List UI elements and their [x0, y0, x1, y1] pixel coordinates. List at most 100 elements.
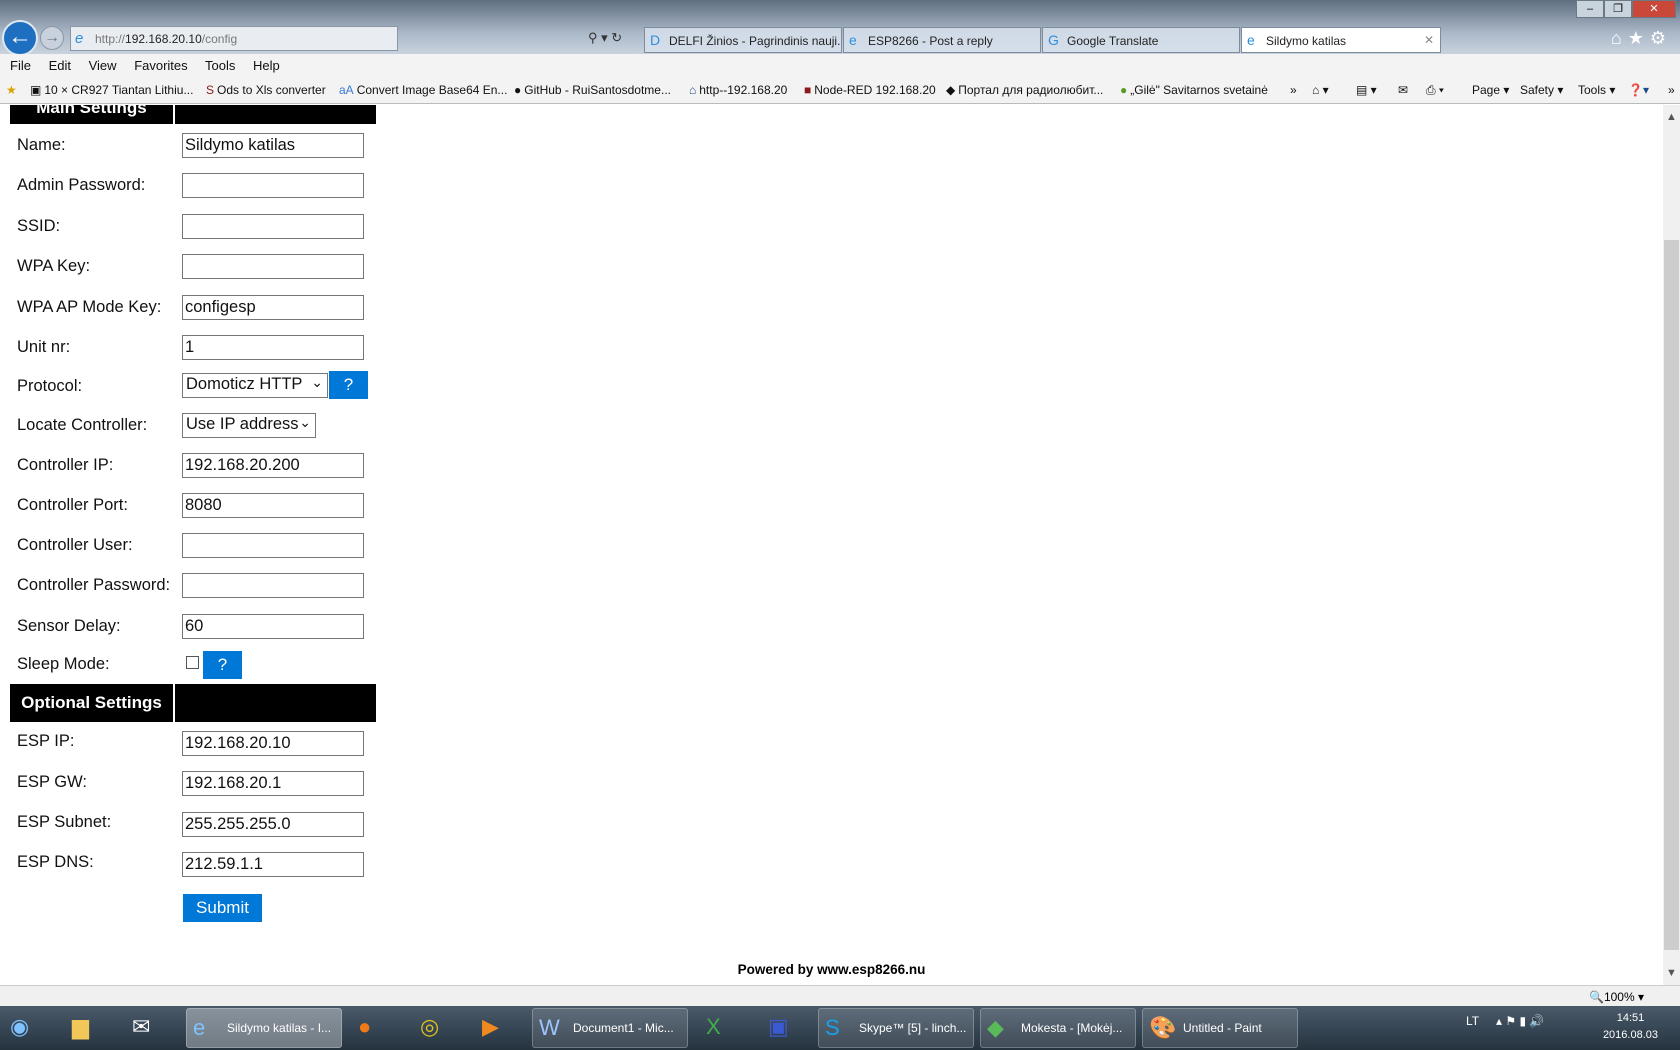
- home-favorites-settings-icons[interactable]: ⌂★⚙: [1611, 28, 1672, 49]
- more-favorites-icon[interactable]: »: [1290, 83, 1297, 97]
- menu-view[interactable]: View: [89, 58, 117, 73]
- controller-ip-input[interactable]: 192.168.20.200: [182, 453, 364, 478]
- restore-button[interactable]: ❐: [1604, 0, 1632, 18]
- favorite-link[interactable]: ● „Gilė" Savitarnos svetainė: [1120, 83, 1268, 97]
- esp-gw-label: ESP GW:: [17, 773, 87, 791]
- favorite-link[interactable]: aA Convert Image Base64 En...: [339, 83, 507, 97]
- tab-esp8266[interactable]: e ESP8266 - Post a reply: [843, 27, 1041, 53]
- taskbar-firefox[interactable]: ●: [352, 1008, 398, 1048]
- floppy-icon: ▣: [768, 1014, 789, 1039]
- mail-icon[interactable]: ✉: [1398, 83, 1408, 97]
- home-dropdown-icon[interactable]: ⌂ ▾: [1312, 83, 1329, 97]
- tray-icons[interactable]: ▴ ⚑ ▮ 🔊: [1496, 1014, 1544, 1028]
- media-player-icon: ▶: [482, 1014, 499, 1039]
- controller-port-input[interactable]: 8080: [182, 493, 364, 518]
- help-icon[interactable]: ❓▾: [1628, 83, 1649, 97]
- scroll-down-icon[interactable]: ▼: [1666, 967, 1677, 979]
- start-button[interactable]: ◉: [4, 1008, 50, 1048]
- favorite-link[interactable]: ■ Node-RED 192.168.20: [804, 83, 936, 97]
- page-menu[interactable]: Page ▾: [1472, 83, 1509, 97]
- ssid-input[interactable]: [182, 214, 364, 239]
- menu-tools[interactable]: Tools: [205, 58, 235, 73]
- menu-file[interactable]: File: [10, 58, 31, 73]
- safety-menu[interactable]: Safety ▾: [1520, 83, 1563, 97]
- taskbar-label: Untitled - Paint: [1183, 1021, 1262, 1035]
- favorite-link[interactable]: S Ods to Xls converter: [206, 83, 326, 97]
- taskbar-media-player[interactable]: ▶: [476, 1008, 522, 1048]
- favorite-link[interactable]: ◆ Портал для радиолюбит...: [946, 83, 1103, 97]
- menu-help[interactable]: Help: [253, 58, 280, 73]
- zoom-value: 100%: [1603, 990, 1635, 1004]
- taskbar-label: Document1 - Mic...: [573, 1021, 674, 1035]
- address-bar[interactable]: e http://192.168.20.10/config: [70, 26, 398, 51]
- s-icon: S: [206, 83, 215, 97]
- sensor-delay-input[interactable]: 60: [182, 614, 364, 639]
- taskbar-item-skype[interactable]: S Skype™ [5] - linch...: [818, 1008, 974, 1048]
- tab-google-translate[interactable]: G Google Translate: [1042, 27, 1240, 53]
- zoom-icon: 🔍: [1588, 990, 1604, 1004]
- sleep-mode-checkbox[interactable]: [186, 656, 199, 669]
- forward-button[interactable]: →: [40, 26, 64, 50]
- wpa-key-input[interactable]: [182, 254, 364, 279]
- language-indicator[interactable]: LT: [1466, 1014, 1479, 1028]
- optional-settings-header: Optional Settings: [10, 684, 173, 722]
- clock[interactable]: 14:51 2016.08.03: [1603, 1010, 1658, 1044]
- unit-nr-input[interactable]: 1: [182, 335, 364, 360]
- esp-ip-input[interactable]: 192.168.20.10: [182, 731, 364, 756]
- taskbar-item-word[interactable]: W Document1 - Mic...: [532, 1008, 688, 1048]
- print-icon[interactable]: ⎙ ▾: [1426, 83, 1444, 98]
- chip-icon: ◆: [946, 83, 956, 97]
- wpa-ap-mode-key-input[interactable]: configesp: [182, 295, 364, 320]
- admin-password-input[interactable]: [182, 173, 364, 198]
- taskbar-chrome[interactable]: ◎: [414, 1008, 460, 1048]
- favorite-link[interactable]: ⌂ http--192.168.20: [689, 83, 787, 97]
- controller-password-input[interactable]: [182, 573, 364, 598]
- protocol-help-button[interactable]: ?: [329, 371, 368, 399]
- taskbar-item-ie[interactable]: e Sildymo katilas - I...: [186, 1008, 342, 1048]
- more-commands-icon[interactable]: »: [1668, 83, 1675, 97]
- browser-chrome: ← → e http://192.168.20.10/config ⚲ ▾ ↻ …: [0, 0, 1680, 56]
- name-input[interactable]: Sildymo katilas: [182, 133, 364, 158]
- zoom-level[interactable]: 🔍100% ▾: [1589, 990, 1644, 1004]
- scroll-up-icon[interactable]: ▲: [1666, 111, 1677, 123]
- taskbar-item-paint[interactable]: 🎨 Untitled - Paint: [1142, 1008, 1298, 1048]
- search-refresh-icons[interactable]: ⚲ ▾ ↻: [588, 30, 622, 46]
- close-tab-icon[interactable]: ✕: [1424, 33, 1434, 47]
- taskbar-explorer[interactable]: ▆: [66, 1008, 112, 1048]
- minimize-button[interactable]: –: [1576, 0, 1604, 18]
- back-button[interactable]: ←: [2, 20, 38, 56]
- close-button[interactable]: ✕: [1632, 0, 1676, 18]
- submit-button[interactable]: Submit: [183, 894, 262, 922]
- sleep-mode-help-button[interactable]: ?: [203, 651, 242, 679]
- favorite-link[interactable]: ● GitHub - RuiSantosdotme...: [514, 83, 671, 97]
- favorites-star-icon[interactable]: ★: [6, 83, 17, 97]
- controller-user-input[interactable]: [182, 533, 364, 558]
- tools-menu[interactable]: Tools ▾: [1578, 83, 1615, 97]
- tab-delfi[interactable]: D DELFI Žinios - Pagrindinis nauji...: [644, 27, 842, 53]
- esp-subnet-input[interactable]: 255.255.255.0: [182, 812, 364, 837]
- menu-edit[interactable]: Edit: [49, 58, 71, 73]
- address-path: /config: [201, 32, 238, 46]
- esp-dns-input[interactable]: 212.59.1.1: [182, 852, 364, 877]
- favorites-bar: ★ ▣ 10 × CR927 Tiantan Lithiu... S Ods to …: [0, 76, 1680, 104]
- tab-sildymo-katilas[interactable]: e Sildymo katilas ✕: [1241, 27, 1441, 53]
- ie-icon: e: [75, 30, 84, 47]
- vertical-scrollbar[interactable]: ▲ ▼: [1663, 105, 1680, 985]
- esp-gw-input[interactable]: 192.168.20.1: [182, 771, 364, 796]
- favorite-link[interactable]: ▣ 10 × CR927 Tiantan Lithiu...: [30, 83, 193, 97]
- protocol-select[interactable]: Domoticz HTTP ⌄: [182, 373, 328, 398]
- scrollbar-thumb[interactable]: [1664, 240, 1679, 950]
- favorite-label: Портал для радиолюбит...: [958, 83, 1104, 97]
- menu-favorites[interactable]: Favorites: [134, 58, 187, 73]
- wpa-ap-mode-key-label: WPA AP Mode Key:: [17, 298, 162, 316]
- taskbar-excel[interactable]: X: [700, 1008, 746, 1048]
- esp-dns-label: ESP DNS:: [17, 853, 94, 871]
- taskbar-save-app[interactable]: ▣: [762, 1008, 808, 1048]
- main-settings-header-right: [175, 105, 376, 124]
- favorite-label: 10 × CR927 Tiantan Lithiu...: [44, 83, 194, 97]
- taskbar-thunderbird[interactable]: ✉: [126, 1008, 172, 1048]
- tab-label: Google Translate: [1067, 34, 1159, 48]
- feeds-icon[interactable]: ▤ ▾: [1356, 83, 1377, 97]
- taskbar-item-mokesta[interactable]: ◆ Mokesta - [Mokėj...: [980, 1008, 1136, 1048]
- locate-controller-select[interactable]: Use IP address ⌄: [182, 413, 316, 438]
